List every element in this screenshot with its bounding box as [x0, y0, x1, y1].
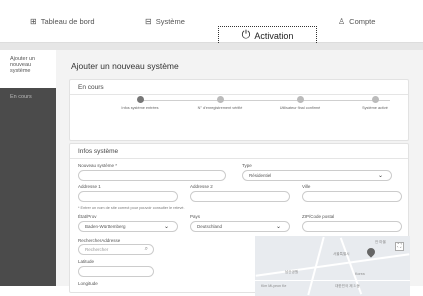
power-icon: ⏻	[241, 29, 251, 41]
system-icon: ⊟	[145, 17, 152, 26]
sidebar: Ajouter un nouveau système En cours	[0, 50, 56, 286]
map-label: Korea	[355, 272, 365, 276]
tab-account-label: Compte	[349, 17, 376, 26]
latitude-label: Latitude	[78, 259, 95, 264]
country-label: Pays	[190, 214, 201, 219]
chevron-down-icon: ⌄	[377, 173, 383, 179]
step-dot	[296, 96, 304, 103]
chevron-down-icon: ⌄	[275, 224, 281, 230]
sidebar-item-label: Ajouter un nouveau système	[10, 56, 36, 75]
step-dot	[216, 96, 224, 103]
city-input[interactable]	[302, 191, 402, 202]
search-address-label: RechercherAddresse	[78, 238, 121, 243]
state-select[interactable]: Baden-Württemberg ⌄	[78, 221, 178, 232]
longitude-label: Longitude	[78, 281, 98, 286]
dashboard-icon: ⊞	[30, 17, 37, 26]
tab-system[interactable]: ⊟ Système	[145, 0, 185, 43]
new-system-label: Nouveau système *	[78, 163, 118, 168]
step-dot	[136, 96, 144, 103]
page-title: Ajouter un nouveau système	[71, 61, 179, 71]
top-navigation: ⊞ Tableau de bord ⊟ Système ⏻ Activation…	[0, 0, 423, 45]
user-icon: ♙	[338, 17, 346, 26]
country-select[interactable]: Deutschland ⌄	[190, 221, 290, 232]
sidebar-item-add-system[interactable]: Ajouter un nouveau système	[0, 50, 56, 88]
map-label: 대한민국 제 3 동	[335, 284, 360, 288]
map-label: 남산공원	[285, 270, 299, 274]
tab-account[interactable]: ♙ Compte	[338, 0, 375, 43]
type-label: Type	[242, 163, 252, 168]
chevron-down-icon: ⌄	[163, 224, 169, 230]
tab-system-label: Système	[155, 17, 185, 26]
location-map[interactable]: 안 마을 서울특별시 남산공원 Korea Kim Mi-yeon Ke 대한민…	[255, 236, 410, 296]
step-label: Utilisateur final confirmé	[279, 106, 321, 110]
state-label: État/Prov	[78, 214, 97, 219]
address1-label: Addresse 1	[78, 184, 101, 189]
latitude-input[interactable]	[78, 266, 154, 277]
zip-label: ZIP/Code postal	[302, 214, 335, 219]
state-value: Baden-Württemberg	[85, 224, 126, 229]
step-label: Infos système entrées	[121, 106, 159, 110]
type-select[interactable]: Résidentiel ⌄	[242, 170, 392, 181]
tab-activation-label: Activation	[254, 30, 294, 41]
map-road	[255, 280, 410, 281]
site-name-note: * Entrer un nom de site correct pour pou…	[78, 206, 185, 210]
divider	[70, 158, 408, 159]
map-label: 안 마을	[375, 240, 386, 244]
type-value: Résidentiel	[249, 173, 272, 178]
map-pin-icon	[365, 246, 377, 258]
zip-input[interactable]	[302, 221, 402, 232]
address1-input[interactable]	[78, 191, 178, 202]
step-2: N° d'enregistrement vérifié	[190, 96, 250, 110]
search-address-input[interactable]: Rechercher ⌕	[78, 244, 154, 255]
system-info-card: Infos système Nouveau système * Type Rés…	[69, 143, 410, 296]
new-system-input[interactable]	[78, 170, 226, 181]
tab-dashboard-label: Tableau de bord	[40, 17, 95, 26]
progress-card: En cours Infos système entrées N° d'enre…	[69, 79, 409, 141]
step-3: Utilisateur final confirmé	[270, 96, 330, 110]
search-placeholder: Rechercher	[85, 247, 109, 252]
city-label: Ville	[302, 184, 311, 189]
fullscreen-icon[interactable]: ⛶	[395, 242, 404, 251]
step-label: N° d'enregistrement vérifié	[197, 106, 243, 110]
map-label: Kim Mi-yeon Ke	[261, 284, 287, 288]
step-4: Système activé	[345, 96, 405, 110]
search-icon: ⌕	[144, 246, 148, 252]
tab-dashboard[interactable]: ⊞ Tableau de bord	[30, 0, 95, 43]
address2-input[interactable]	[190, 191, 290, 202]
map-label: 서울특별시	[333, 252, 350, 256]
system-info-title: Infos système	[78, 148, 119, 155]
step-1: Infos système entrées	[110, 96, 170, 110]
sidebar-item-in-progress[interactable]: En cours	[10, 94, 32, 100]
divider	[70, 94, 408, 95]
nav-divider	[0, 43, 423, 50]
country-value: Deutschland	[197, 224, 223, 229]
progress-title: En cours	[78, 84, 104, 91]
step-dot	[371, 96, 379, 103]
main-content: Ajouter un nouveau système En cours Info…	[56, 50, 423, 296]
step-label: Système activé	[362, 106, 388, 110]
address2-label: Addresse 2	[190, 184, 213, 189]
